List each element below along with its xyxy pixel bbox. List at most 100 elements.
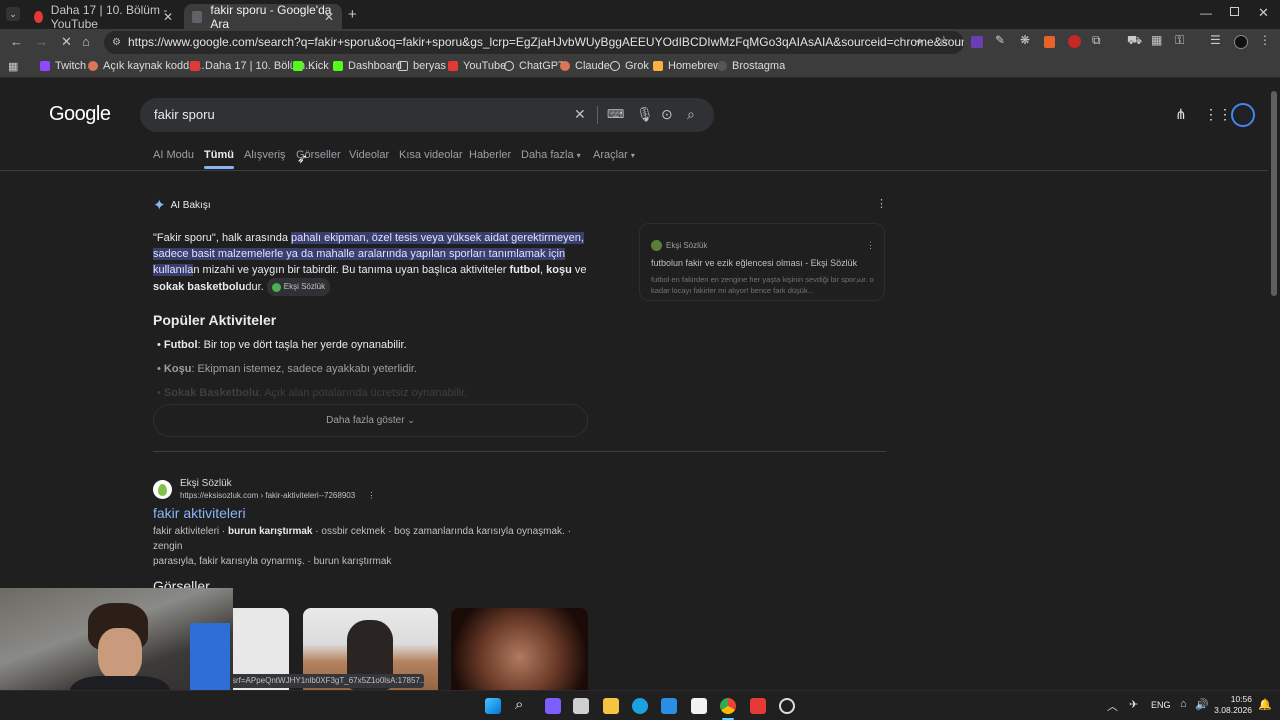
clear-icon[interactable]: ✕ — [574, 106, 586, 123]
bookmark-grok[interactable]: Grok — [610, 60, 649, 72]
app-a-icon[interactable] — [691, 698, 707, 714]
bookmark-star-icon[interactable]: ☆ — [938, 33, 950, 49]
toolbar-icon-9[interactable]: ⚿ — [1175, 33, 1184, 48]
ai-source-card[interactable]: Ekşi Sözlük ⋮ futbolun fakir ve ezik eğl… — [639, 223, 885, 301]
eksi-sozluk-favicon — [153, 480, 172, 499]
source-chip[interactable]: Ekşi Sözlük — [266, 278, 331, 296]
language-indicator[interactable]: ENG — [1151, 700, 1171, 710]
source-menu-icon[interactable]: ⋮ — [866, 240, 875, 251]
location-icon[interactable]: ⌖ — [916, 34, 923, 49]
tray-chevron-icon[interactable]: ︿ — [1107, 698, 1118, 714]
tab-short-videos[interactable]: Kısa videolar — [399, 149, 463, 161]
site-info-icon[interactable]: ⚙ — [112, 31, 121, 54]
list-item: • Futbol: Bir top ve dört taşla her yerd… — [157, 339, 407, 351]
source-title: futbolun fakir ve ezik eğlencesi olması … — [651, 258, 858, 268]
widgets-icon[interactable] — [545, 698, 561, 714]
result-title-link[interactable]: fakir aktiviteleri — [153, 505, 246, 521]
image-result-3[interactable] — [451, 608, 588, 690]
search-icon[interactable]: ⌕ — [515, 696, 523, 713]
notification-icon[interactable]: 🔔 — [1258, 698, 1272, 711]
keyboard-icon[interactable]: ⌨ — [607, 107, 624, 121]
reading-list-icon[interactable]: ☰ — [1210, 33, 1221, 47]
extensions-puzzle-icon[interactable]: ⧉ — [1092, 33, 1101, 48]
tab-videos[interactable]: Videolar — [349, 149, 389, 161]
bookmark-dashboard[interactable]: Dashboard — [333, 60, 402, 72]
tab-search-button[interactable]: ⌄ — [6, 7, 20, 21]
clock[interactable]: 10:56 3.08.2026 — [1212, 694, 1252, 716]
lens-icon[interactable]: ⊙ — [661, 106, 673, 123]
home-icon[interactable]: ⌂ — [82, 34, 90, 49]
extension-icon-1[interactable] — [971, 36, 983, 48]
bookmark-twitch[interactable]: Twitch — [40, 60, 86, 72]
extension-icon-3[interactable]: ❋ — [1020, 33, 1030, 47]
ai-overview-header: ✦ AI Bakışı — [153, 197, 211, 214]
network-icon[interactable]: ⌂ — [1180, 698, 1187, 710]
list-item: • Koşu: Ekipman istemez, sadece ayakkabı… — [157, 363, 418, 375]
sparkle-icon: ✦ — [153, 197, 166, 214]
tab-all[interactable]: Tümü — [204, 149, 234, 169]
share-icon[interactable]: ⋔ — [1175, 106, 1187, 123]
tab-ai-mode[interactable]: AI Modu — [153, 149, 194, 161]
volume-icon[interactable]: 🔊 — [1195, 698, 1209, 711]
tab-google-search[interactable]: fakir sporu - Google'da Ara ✕ — [184, 3, 342, 31]
bookmark-chatgpt[interactable]: ChatGPT — [504, 60, 565, 72]
chrome-icon[interactable] — [720, 698, 736, 714]
back-icon[interactable]: ← — [10, 34, 23, 49]
leaf-icon — [158, 483, 167, 496]
search-box[interactable]: fakir sporu ✕ ⌨ 🎙 ⊙ ⌕ — [140, 98, 714, 132]
google-logo[interactable]: Google — [49, 103, 111, 126]
show-more-button[interactable]: Daha fazla göster ⌄ — [153, 404, 588, 437]
account-avatar[interactable] — [1231, 103, 1255, 127]
ai-overview-menu-icon[interactable]: ⋮ — [876, 197, 887, 210]
toolbar-icon-7[interactable]: ⛟ — [1127, 33, 1142, 49]
pen-icon[interactable]: ✎ — [995, 33, 1005, 47]
app-red-icon[interactable] — [750, 698, 766, 714]
search-input[interactable]: fakir sporu — [154, 107, 215, 122]
toolbar-icon-8[interactable]: ▦ — [1151, 33, 1162, 47]
search-icon[interactable]: ⌕ — [687, 106, 695, 123]
chevron-down-icon: ▾ — [576, 151, 581, 160]
bookmark-claude-code[interactable]: Açık kaynak kodda... — [88, 60, 205, 72]
tab-more[interactable]: Daha fazla ▾ — [521, 149, 581, 161]
new-tab-button[interactable]: + — [348, 6, 357, 23]
tab-tools[interactable]: Araçlar ▾ — [593, 149, 635, 161]
apps-icon[interactable]: ⋮⋮ — [1204, 106, 1232, 123]
window-close-icon[interactable]: ✕ — [1258, 5, 1269, 21]
vscode-icon[interactable] — [661, 698, 677, 714]
close-icon[interactable]: ✕ — [163, 10, 173, 24]
forward-icon[interactable]: → — [35, 34, 48, 49]
reload-icon[interactable]: ✕ — [61, 34, 72, 50]
bookmark-brostagma[interactable]: Brostagma — [717, 60, 785, 72]
page-scrollbar[interactable] — [1268, 79, 1280, 690]
tab-news[interactable]: Haberler — [469, 149, 511, 161]
scrollbar-thumb[interactable] — [1271, 91, 1277, 296]
store-icon[interactable] — [573, 698, 589, 714]
edge-icon[interactable] — [632, 698, 648, 714]
microphone-icon[interactable]: 🎙 — [636, 106, 654, 123]
menu-icon[interactable]: ⋮ — [1259, 33, 1271, 47]
bookmark-folder-beryas[interactable]: beryas — [398, 60, 446, 72]
start-icon[interactable] — [485, 698, 501, 714]
close-icon[interactable]: ✕ — [324, 10, 334, 24]
tray-icon[interactable]: ✈ — [1129, 698, 1138, 711]
bookmark-youtube[interactable]: YouTube — [448, 60, 506, 72]
result-menu-icon[interactable]: ⋮ — [367, 491, 375, 500]
minimize-icon[interactable]: — — [1200, 6, 1212, 20]
extension-icon-4[interactable] — [1044, 36, 1055, 48]
browser-toolbar: ← → ✕ ⌂ ⚙ https://www.google.com/search?… — [0, 29, 1280, 56]
extension-icon-5[interactable] — [1068, 35, 1081, 48]
claude-icon — [88, 61, 98, 71]
restore-icon[interactable] — [1230, 7, 1239, 16]
apps-grid-icon[interactable]: ▦ — [8, 60, 18, 73]
profile-avatar[interactable] — [1234, 35, 1248, 49]
bookmark-kick[interactable]: Kick — [293, 60, 329, 72]
bookmark-homebrew[interactable]: Homebrew — [653, 60, 721, 72]
bookmark-claude[interactable]: Claude — [560, 60, 610, 72]
file-explorer-icon[interactable] — [603, 698, 619, 714]
address-bar[interactable]: ⚙ https://www.google.com/search?q=fakir+… — [104, 31, 964, 54]
source-snippet: futbol en fakirden en zengine her yaşta … — [651, 275, 874, 295]
app-clock-icon[interactable] — [779, 698, 795, 714]
tab-youtube[interactable]: Daha 17 | 10. Bölüm - YouTube ✕ — [26, 3, 181, 31]
tab-shopping[interactable]: Alışveriş — [244, 149, 286, 161]
homebrew-icon — [653, 61, 663, 71]
